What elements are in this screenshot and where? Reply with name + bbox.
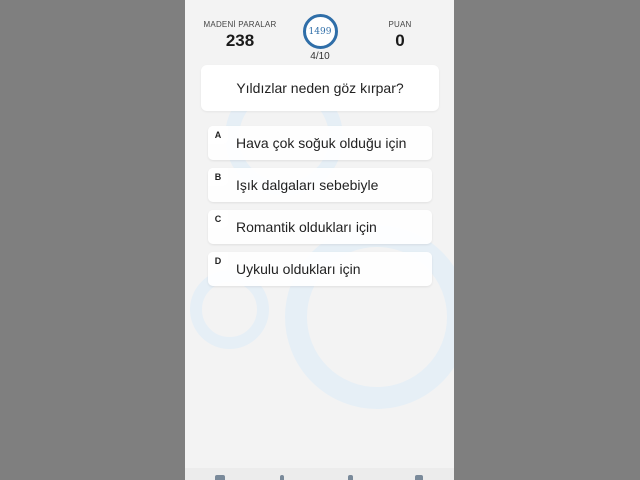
toolbar-icon[interactable] [215, 475, 225, 480]
bottom-toolbar [185, 468, 454, 480]
answer-option-d[interactable]: D Uykulu oldukları için [208, 252, 432, 286]
timer: 1499 4/10 [302, 14, 338, 62]
toolbar-icon[interactable] [415, 475, 423, 480]
points-label: PUAN [388, 20, 412, 29]
question-text: Yıldızlar neden göz kırpar? [236, 80, 404, 96]
question-progress: 4/10 [310, 51, 330, 62]
quiz-screen: MADENİ PARALAR 238 1499 4/10 PUAN 0 Yıld… [185, 0, 454, 480]
answer-option-a[interactable]: A Hava çok soğuk olduğu için [208, 126, 432, 160]
answer-letter: A [208, 126, 228, 144]
answer-letter: B [208, 168, 228, 186]
coins-label: MADENİ PARALAR [203, 20, 277, 29]
answer-letter: C [208, 210, 228, 228]
toolbar-icon[interactable] [348, 475, 353, 480]
timer-value: 1499 [308, 26, 332, 37]
stats-bar: MADENİ PARALAR 238 1499 4/10 PUAN 0 [185, 14, 454, 64]
points-value: 0 [395, 31, 405, 50]
points-stat: PUAN 0 [360, 20, 440, 51]
answer-option-c[interactable]: C Romantik oldukları için [208, 210, 432, 244]
toolbar-icon[interactable] [280, 475, 284, 480]
answer-text: Uykulu oldukları için [236, 261, 361, 277]
answer-option-b[interactable]: B Işık dalgaları sebebiyle [208, 168, 432, 202]
answer-text: Romantik oldukları için [236, 219, 377, 235]
timer-ring: 1499 [302, 14, 338, 49]
answer-letter: D [208, 252, 228, 270]
question-card: Yıldızlar neden göz kırpar? [201, 65, 439, 111]
answer-text: Hava çok soğuk olduğu için [236, 135, 407, 151]
coins-value: 238 [225, 31, 255, 50]
answer-text: Işık dalgaları sebebiyle [236, 177, 379, 193]
coins-stat: MADENİ PARALAR 238 [200, 20, 280, 51]
